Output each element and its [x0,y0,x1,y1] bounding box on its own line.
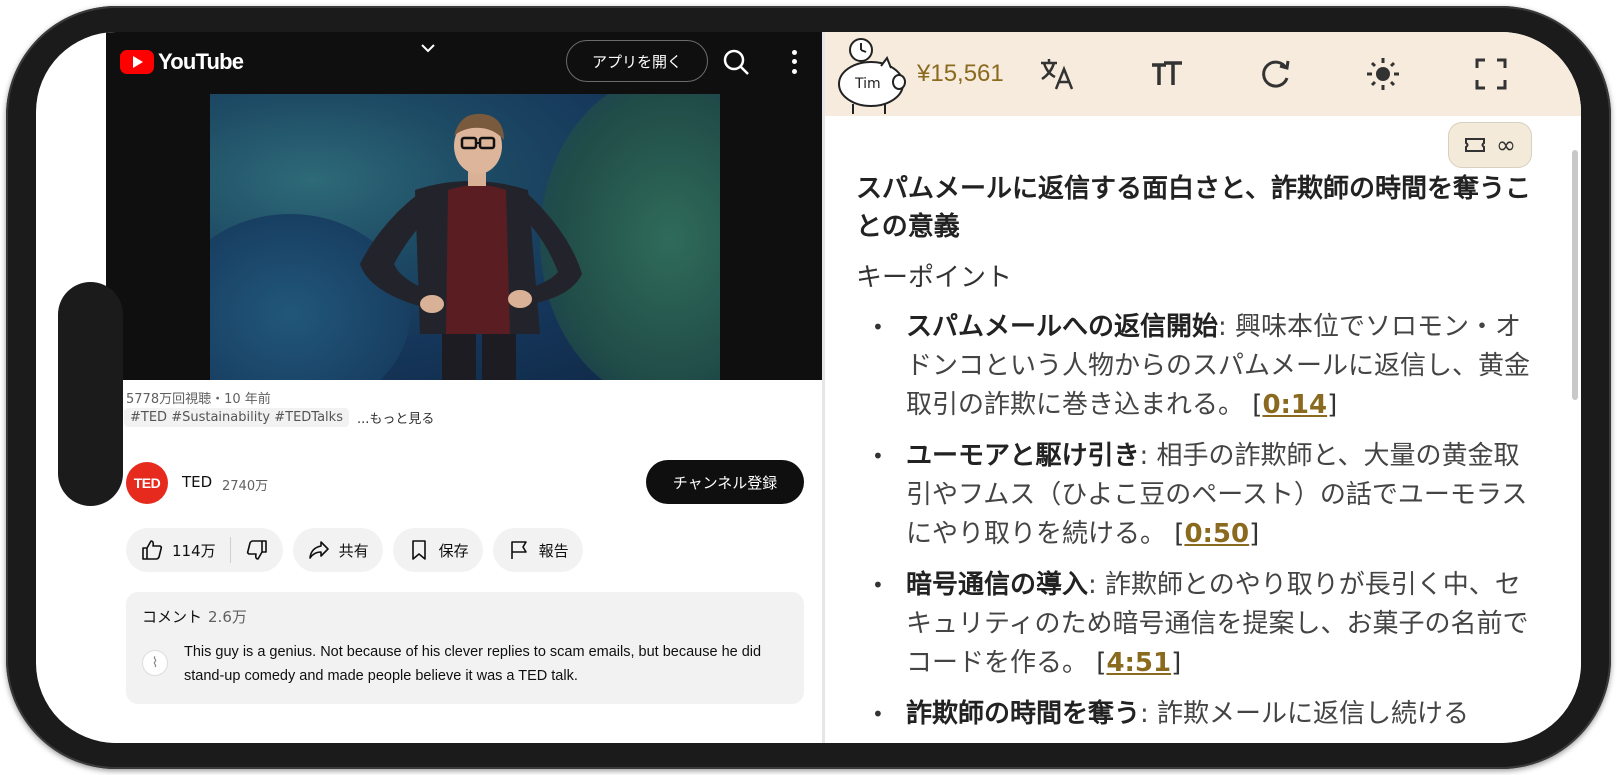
list-item: 詐欺師の時間を奪う: 詐欺メールに返信し続ける [856,695,1536,734]
bookmark-icon [411,540,426,560]
point-heading: 暗号通信の導入 [906,570,1089,600]
summary-subtitle: キーポイント [856,263,1013,293]
search-icon[interactable] [720,46,752,78]
timestamp-bracket: [4:51] [1096,648,1182,678]
subscribe-button[interactable]: チャンネル登録 [646,460,804,504]
screen: YouTube アプリを開く 5778万回視聴・10 年前 #TED #Sust… [36,32,1581,743]
point-heading: スパムメールへの返信開始 [906,312,1219,342]
open-app-button[interactable]: アプリを開く [566,40,708,82]
video-actions: 114万 共有 保存 報告 [126,528,583,572]
paperclip-icon: ⌇ [142,650,168,676]
top-comment: This guy is a genius. Not because of his… [184,644,762,684]
like-count[interactable]: 114万 [172,540,216,561]
report-label: 報告 [538,541,569,560]
comments-count: 2.6万 [208,608,247,626]
share-icon [308,541,329,559]
piggy-bank-mascot-icon[interactable]: Tim [831,36,911,116]
channel-row: TED TED 2740万 チャンネル登録 [126,460,806,504]
report-button[interactable]: 報告 [492,528,583,572]
device-frame: YouTube アプリを開く 5778万回視聴・10 年前 #TED #Sust… [6,6,1611,769]
ticket-icon [1465,138,1485,152]
mascot-label: Tim [854,76,881,92]
chevron-down-icon[interactable] [416,38,440,62]
share-button[interactable]: 共有 [292,528,383,572]
youtube-header: YouTube アプリを開く [106,32,822,94]
flag-icon [510,541,527,559]
timestamp-bracket: [0:50] [1174,519,1260,549]
video-player[interactable] [106,94,822,380]
save-label: 保存 [438,541,469,560]
point-heading: 詐欺師の時間を奪う [906,699,1141,729]
timestamp-link[interactable]: 0:14 [1262,390,1327,420]
save-button[interactable]: 保存 [392,528,483,572]
key-points-list: スパムメールへの返信開始: 興味本位でソロモン・オドンコという人物からのスパムメ… [856,308,1536,734]
youtube-pane: YouTube アプリを開く 5778万回視聴・10 年前 #TED #Sust… [106,32,822,743]
list-item: 暗号通信の導入: 詐欺師とのやり取りが長引く中、セキュリティのため暗号通信を提案… [856,566,1536,683]
point-text: : 詐欺メールに返信し続ける [1140,699,1470,729]
channel-avatar[interactable]: TED [126,462,168,504]
translate-icon[interactable] [1037,54,1077,94]
comments-label: コメント [142,608,203,626]
youtube-logo[interactable]: YouTube [120,49,244,75]
video-views-age: 5778万回視聴・10 年前 [126,392,271,407]
ticket-infinity-badge[interactable]: ∞ [1448,122,1532,168]
timestamp-link[interactable]: 0:50 [1184,519,1249,549]
list-item: ユーモアと駆け引き: 相手の詐欺師と、大量の黄金取引やフムス（ひよこ豆のペースト… [856,437,1536,554]
summary-scrollbar[interactable] [1572,150,1578,400]
timestamp-bracket: [0:14] [1252,390,1338,420]
comments-header: コメント 2.6万 [142,606,247,627]
camera-notch [58,282,123,506]
timestamp-link[interactable]: 4:51 [1106,648,1171,678]
comments-panel[interactable]: コメント 2.6万 ⌇ This guy is a genius. Not bec… [126,592,804,704]
brightness-icon[interactable] [1363,54,1403,94]
speaker-figure [360,113,582,380]
youtube-logo-text: YouTube [158,49,244,74]
thumbs-up-icon[interactable] [140,538,164,562]
list-item: スパムメールへの返信開始: 興味本位でソロモン・オドンコという人物からのスパムメ… [856,308,1536,425]
share-label: 共有 [338,541,369,560]
subscriber-count: 2740万 [222,479,269,494]
video-frame [210,94,720,380]
youtube-play-icon [120,50,154,74]
video-tags-row: #TED #Sustainability #TEDTalks ...もっと見る [124,408,434,427]
hashtags[interactable]: #TED #Sustainability #TEDTalks [124,408,349,427]
show-more-link[interactable]: ...もっと見る [357,408,434,427]
more-options-icon[interactable] [782,48,806,76]
summary-pane: Tim ¥15,561 ∞ スパムメールに返信する面白さと、詐欺師の時間を奪うこ… [825,32,1581,743]
channel-name[interactable]: TED [182,473,212,491]
thumbs-down-icon[interactable] [245,538,269,562]
refresh-icon[interactable] [1255,54,1295,94]
summary-title: スパムメールに返信する面白さと、詐欺師の時間を奪うことの意義 [856,174,1531,242]
summary-content: スパムメールに返信する面白さと、詐欺師の時間を奪うことの意義 キーポイント スパ… [856,170,1536,743]
like-dislike-group: 114万 [126,528,283,572]
summary-toolbar: Tim ¥15,561 [825,32,1581,116]
point-heading: ユーモアと駆け引き [906,441,1140,471]
balance[interactable]: ¥15,561 [917,60,1004,88]
infinity-label: ∞ [1496,131,1516,159]
text-size-icon[interactable] [1147,54,1187,94]
fullscreen-icon[interactable] [1471,54,1511,94]
